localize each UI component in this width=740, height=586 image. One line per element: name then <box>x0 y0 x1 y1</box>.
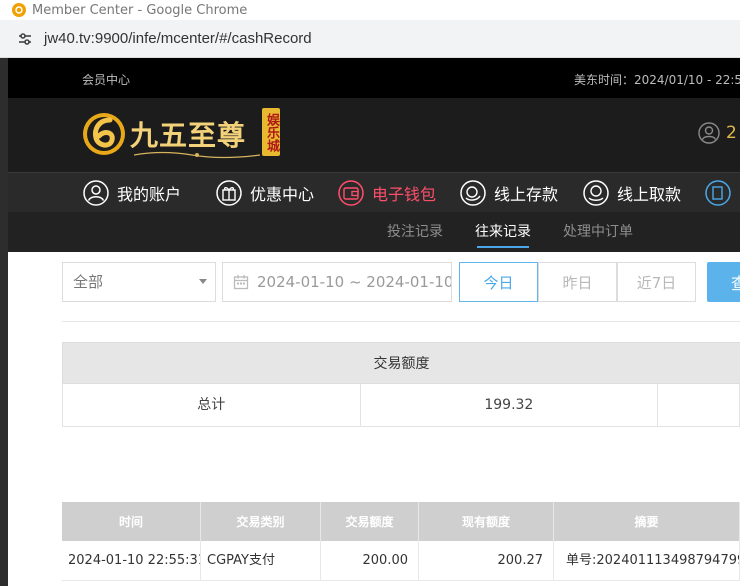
cell-summary: 单号:202401113498794799 <box>554 541 740 581</box>
sub-nav: 投注记录 往来记录 处理中订单 <box>8 212 740 252</box>
records-icon <box>705 180 731 206</box>
wallet-icon <box>338 180 364 206</box>
nav-promotions[interactable]: 优惠中心 <box>216 173 314 213</box>
browser-title-bar: Member Center - Google Chrome <box>0 0 740 20</box>
user-avatar-icon[interactable] <box>698 122 720 144</box>
main-nav: 我的账户 优惠中心 电子钱包 线上存款 线上取款 <box>8 172 740 212</box>
site-top-bar: 会员中心 美东时间：2024/01/10 - 22:56 <box>8 58 740 98</box>
column-balance: 现有额度 <box>419 502 554 541</box>
left-edge-strip <box>0 58 8 586</box>
cell-amount: 200.00 <box>321 541 419 581</box>
date-range-input[interactable]: 2024-01-10 ~ 2024-01-10 <box>222 262 452 302</box>
summary-header: 交易额度 <box>62 342 740 384</box>
cell-time: 2024-01-10 22:55:31 <box>62 541 201 581</box>
last-7-days-button[interactable]: 近7日 <box>617 262 696 302</box>
summary-label: 总计 <box>63 384 361 426</box>
summary-row: 总计 199.32 <box>62 384 740 427</box>
tab-pending-orders[interactable]: 处理中订单 <box>563 212 633 252</box>
deposit-icon <box>460 180 486 206</box>
url-text[interactable]: jw40.tv:9900/infe/mcenter/#/cashRecord <box>44 30 312 47</box>
nav-online-withdraw[interactable]: 线上取款 <box>583 173 681 213</box>
column-time: 时间 <box>62 502 201 541</box>
today-button[interactable]: 今日 <box>459 262 538 302</box>
column-type: 交易类别 <box>201 502 321 541</box>
cell-balance: 200.27 <box>419 541 554 581</box>
gift-icon <box>216 180 242 206</box>
chevron-down-icon <box>199 279 207 284</box>
logo-text: 九五至尊 <box>130 119 247 152</box>
calendar-icon <box>233 275 249 290</box>
nav-e-wallet[interactable]: 电子钱包 <box>338 173 436 213</box>
summary-empty-cell <box>658 384 740 426</box>
nav-my-account[interactable]: 我的账户 <box>83 173 181 213</box>
summary-total: 199.32 <box>361 384 659 426</box>
tab-bet-records[interactable]: 投注记录 <box>387 212 443 252</box>
nav-more[interactable] <box>705 173 739 213</box>
records-header-row: 时间 交易类别 交易额度 现有额度 摘要 <box>62 502 740 541</box>
tab-transaction-records[interactable]: 往来记录 <box>475 212 531 252</box>
section-divider <box>62 321 740 322</box>
column-amount: 交易额度 <box>321 502 419 541</box>
site-logo[interactable]: 九五至尊 娱乐城 <box>80 106 300 164</box>
logo-ornament-icon <box>133 151 261 159</box>
withdraw-icon <box>583 180 609 206</box>
nav-online-deposit[interactable]: 线上存款 <box>460 173 558 213</box>
logo-emblem-icon <box>83 113 125 155</box>
site-header: 九五至尊 娱乐城 2 <box>8 98 740 172</box>
records-table: 时间 交易类别 交易额度 现有额度 摘要 2024-01-10 22:55:31… <box>62 502 740 581</box>
window-title: Member Center - Google Chrome <box>32 2 248 18</box>
summary-table: 交易额度 总计 199.32 <box>62 342 740 427</box>
yesterday-button[interactable]: 昨日 <box>538 262 617 302</box>
site-favicon-icon <box>12 3 26 17</box>
table-row: 2024-01-10 22:55:31 CGPAY支付 200.00 200.2… <box>62 541 740 581</box>
user-balance-partial: 2 <box>726 123 737 143</box>
address-bar[interactable]: jw40.tv:9900/infe/mcenter/#/cashRecord <box>0 20 740 58</box>
user-icon <box>83 180 109 206</box>
search-button[interactable]: 查 <box>707 262 740 302</box>
transaction-type-select[interactable]: 全部 <box>62 262 216 302</box>
logo-badge: 娱乐城 <box>262 108 280 156</box>
column-summary: 摘要 <box>554 502 740 541</box>
eastern-time-display: 美东时间：2024/01/10 - 22:56 <box>574 73 740 87</box>
site-settings-icon[interactable] <box>16 30 34 48</box>
user-profile-area[interactable]: 2 <box>698 122 737 144</box>
cell-type: CGPAY支付 <box>201 541 321 581</box>
member-center-link[interactable]: 会员中心 <box>82 71 130 88</box>
